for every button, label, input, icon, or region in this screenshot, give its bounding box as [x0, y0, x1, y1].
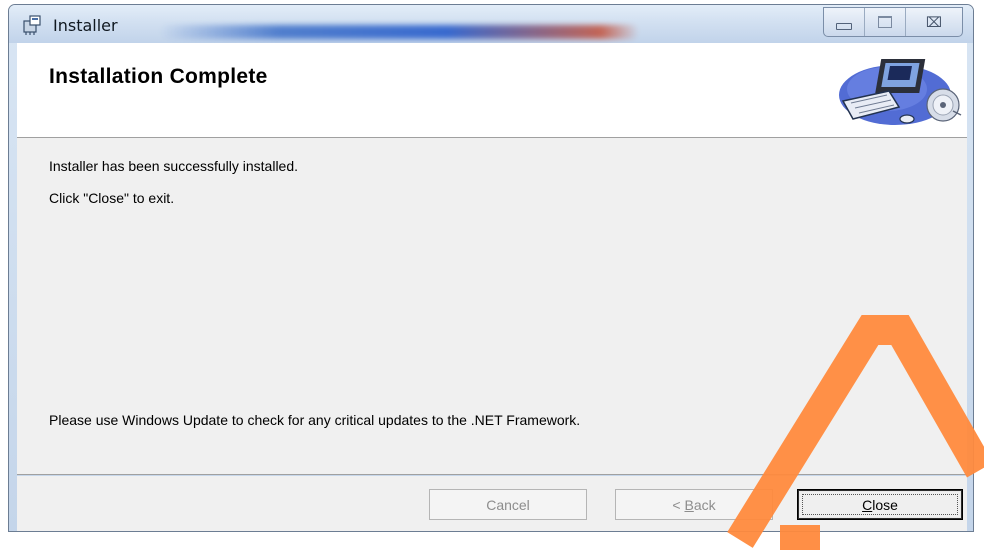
- cancel-label: Cancel: [486, 496, 530, 513]
- close-instruction: Click "Close" to exit.: [49, 190, 175, 206]
- title-bar[interactable]: Installer ⌧: [9, 5, 973, 43]
- close-button[interactable]: Close: [797, 489, 963, 520]
- cancel-button[interactable]: Cancel: [429, 489, 587, 520]
- installer-app-icon: [23, 15, 41, 35]
- wizard-footer: Cancel < Back Close: [17, 476, 967, 531]
- window-controls: ⌧: [823, 7, 963, 37]
- minimize-icon: [836, 22, 852, 30]
- maximize-icon: [878, 16, 892, 28]
- maximize-button[interactable]: [864, 8, 905, 36]
- installer-window: Installer ⌧ Installation Complete Instal…: [8, 4, 974, 532]
- wizard-header: Installation Complete: [17, 43, 967, 138]
- page-title: Installation Complete: [49, 65, 268, 88]
- back-button[interactable]: < Back: [615, 489, 773, 520]
- success-message: Installer has been successfully installe…: [49, 158, 299, 174]
- back-label: < Back: [672, 497, 715, 513]
- close-window-button[interactable]: ⌧: [905, 8, 962, 36]
- windows-update-note: Please use Windows Update to check for a…: [49, 412, 581, 428]
- back-accelerator: B: [684, 496, 694, 513]
- minimize-button[interactable]: [824, 8, 864, 36]
- back-label-rest: ack: [693, 496, 716, 513]
- title-glow: [159, 25, 639, 39]
- back-prefix: <: [672, 496, 685, 513]
- window-title: Installer: [53, 16, 118, 35]
- computer-cd-icon: [839, 59, 962, 125]
- close-icon: ⌧: [925, 13, 943, 30]
- focus-ring: [802, 494, 958, 515]
- wizard-content: Installer has been successfully installe…: [17, 138, 967, 474]
